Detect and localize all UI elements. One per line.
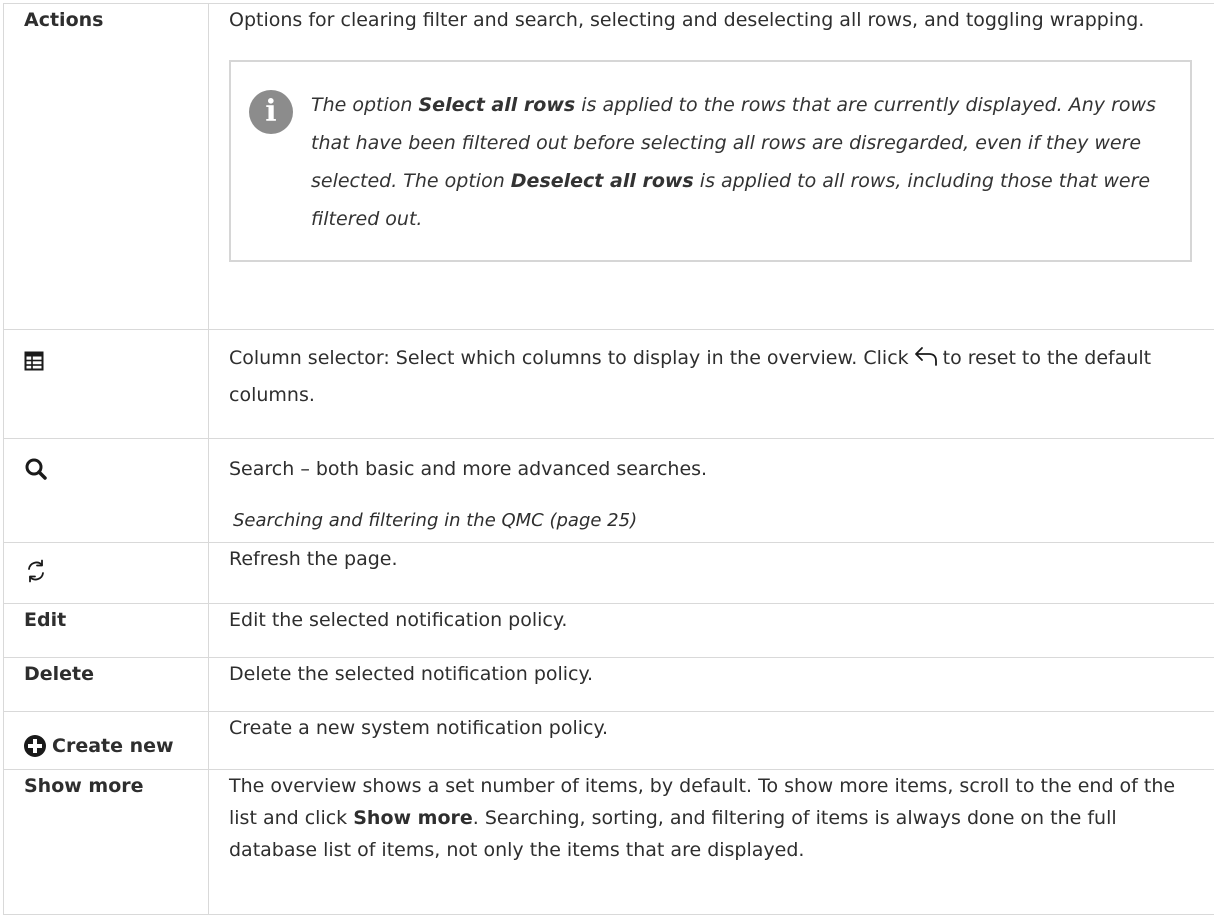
refresh-cell xyxy=(4,543,209,604)
description-text: Column selector: Select which columns to… xyxy=(229,347,909,369)
term-create-new: Create new xyxy=(4,712,209,770)
column-selector-icon xyxy=(24,351,44,371)
create-new-label: Create new xyxy=(52,730,174,762)
note-text: The option Select all rows is applied to… xyxy=(311,86,1170,238)
note-box: i The option Select all rows is applied … xyxy=(229,60,1192,262)
reference-table: Actions Options for clearing filter and … xyxy=(3,3,1214,915)
description-text: Search – both basic and more advanced se… xyxy=(229,453,1200,485)
search-icon xyxy=(24,457,48,481)
undo-arrow-icon xyxy=(913,346,939,366)
table-row-column-selector: Column selector: Select which columns to… xyxy=(4,330,1214,439)
table-row-show-more: Show more The overview shows a set numbe… xyxy=(4,770,1214,915)
table-row-create-new: Create new Create a new system notificat… xyxy=(4,712,1214,770)
note-bold-deselect-all: Deselect all rows xyxy=(511,170,694,192)
description-text: Options for clearing filter and search, … xyxy=(229,4,1200,36)
description-column-selector: Column selector: Select which columns to… xyxy=(209,330,1214,439)
info-icon: i xyxy=(249,90,293,134)
cross-reference-link[interactable]: Searching and filtering in the QMC (page… xyxy=(229,505,1200,537)
note-text-part: The option xyxy=(311,94,419,116)
table-row-refresh: Refresh the page. xyxy=(4,543,1214,604)
description-refresh: Refresh the page. xyxy=(209,543,1214,604)
description-create-new: Create a new system notification policy. xyxy=(209,712,1214,770)
search-cell xyxy=(4,439,209,543)
term-actions: Actions xyxy=(4,4,209,330)
term-delete: Delete xyxy=(4,658,209,712)
term-edit: Edit xyxy=(4,604,209,658)
description-delete: Delete the selected notification policy. xyxy=(209,658,1214,712)
table-row-edit: Edit Edit the selected notification poli… xyxy=(4,604,1214,658)
term-show-more: Show more xyxy=(4,770,209,915)
description-show-more: The overview shows a set number of items… xyxy=(209,770,1214,915)
table-row-search: Search – both basic and more advanced se… xyxy=(4,439,1214,543)
description-search: Search – both basic and more advanced se… xyxy=(209,439,1214,543)
table-row-delete: Delete Delete the selected notification … xyxy=(4,658,1214,712)
description-edit: Edit the selected notification policy. xyxy=(209,604,1214,658)
refresh-icon xyxy=(24,559,48,583)
bold-show-more: Show more xyxy=(353,807,473,829)
description-actions: Options for clearing filter and search, … xyxy=(209,4,1214,330)
note-bold-select-all: Select all rows xyxy=(419,94,576,116)
plus-circle-icon xyxy=(24,735,46,757)
column-selector-cell xyxy=(4,330,209,439)
table-row-actions: Actions Options for clearing filter and … xyxy=(4,4,1214,330)
